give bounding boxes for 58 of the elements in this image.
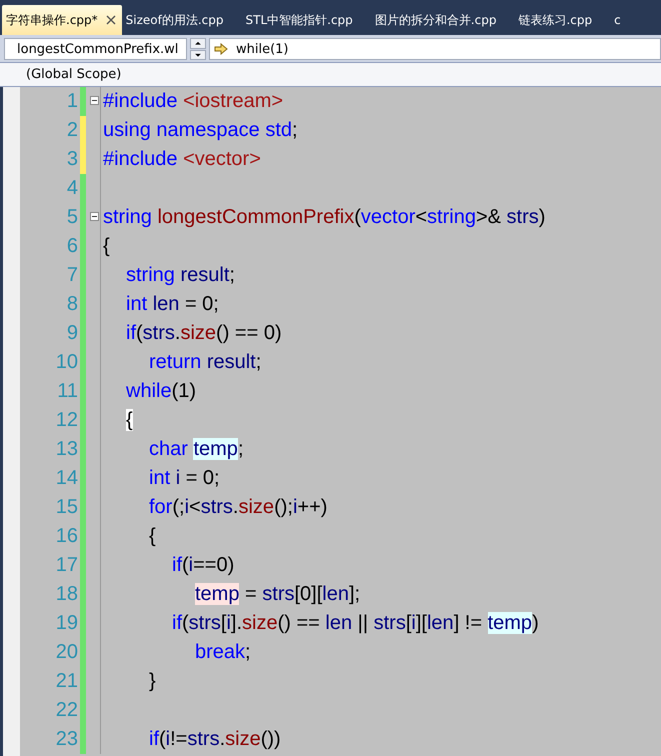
code-line: if(i!=strs.size()) [149, 728, 281, 751]
file-tab[interactable]: 字符串操作.cpp* [2, 5, 122, 35]
code-line: if(strs[i].size() == len || strs[i][len] != temp) [172, 612, 539, 635]
member-dropdown[interactable]: longestCommonPrefix.wl [4, 38, 187, 60]
arrow-icon [214, 43, 228, 55]
code-line: int len = 0; [126, 293, 219, 316]
up-icon[interactable] [190, 38, 206, 48]
line-number: 10 [54, 351, 79, 374]
code-line: } [149, 670, 156, 693]
location-dropdown[interactable]: while(1) [209, 38, 661, 60]
line-number: 22 [54, 699, 79, 722]
code-line: return result; [149, 351, 262, 374]
code-line: #include <vector> [103, 148, 261, 171]
collapse-icon[interactable] [90, 212, 99, 221]
line-number: 20 [54, 641, 79, 664]
file-tab[interactable]: Sizeof的用法.cpp [122, 7, 242, 33]
code-line: if(i==0) [172, 554, 234, 577]
line-number: 5 [66, 206, 79, 229]
line-number: 8 [66, 293, 79, 316]
code-line: break; [195, 641, 251, 664]
file-tab[interactable]: c [610, 7, 639, 33]
code-line: { [149, 525, 156, 548]
line-number: 7 [66, 264, 79, 287]
line-number: 15 [54, 496, 79, 519]
code-line: while(1) [126, 380, 196, 403]
line-number: 21 [54, 670, 79, 693]
file-tab[interactable]: STL中智能指针.cpp [242, 7, 371, 33]
line-number: 14 [54, 467, 79, 490]
scope-label: (Global Scope) [26, 67, 122, 82]
file-tab[interactable]: 图片的拆分和合并.cpp [370, 7, 514, 33]
down-icon[interactable] [190, 50, 206, 60]
line-number: 16 [54, 525, 79, 548]
code-line: if(strs.size() == 0) [126, 322, 282, 345]
collapse-icon[interactable] [90, 96, 99, 105]
line-number: 3 [66, 148, 79, 171]
line-number: 13 [54, 438, 79, 461]
code-line: temp = strs[0][len]; [195, 583, 360, 606]
code-line: for(;i<strs.size();i++) [149, 496, 328, 519]
line-number: 11 [56, 380, 79, 403]
code-line: { [103, 235, 110, 258]
line-number: 18 [54, 583, 79, 606]
code-line: string result; [126, 264, 235, 287]
close-icon[interactable] [106, 15, 116, 25]
line-number: 23 [54, 728, 79, 751]
line-number: 2 [66, 119, 79, 142]
code-line: #include <iostream> [103, 90, 284, 113]
file-tab[interactable]: 链表练习.cpp [514, 7, 610, 33]
line-number: 12 [54, 409, 79, 432]
line-number: 6 [66, 235, 79, 258]
line-number: 1 [66, 90, 79, 113]
code-line: int i = 0; [149, 467, 220, 490]
line-number: 4 [66, 177, 79, 200]
line-number: 17 [54, 554, 79, 577]
code-line: char temp; [149, 438, 244, 461]
code-line: using namespace std; [103, 119, 298, 142]
line-number: 19 [54, 612, 79, 635]
line-number: 9 [66, 322, 79, 345]
code-line: string longestCommonPrefix(vector<string>& strs) [103, 206, 546, 229]
